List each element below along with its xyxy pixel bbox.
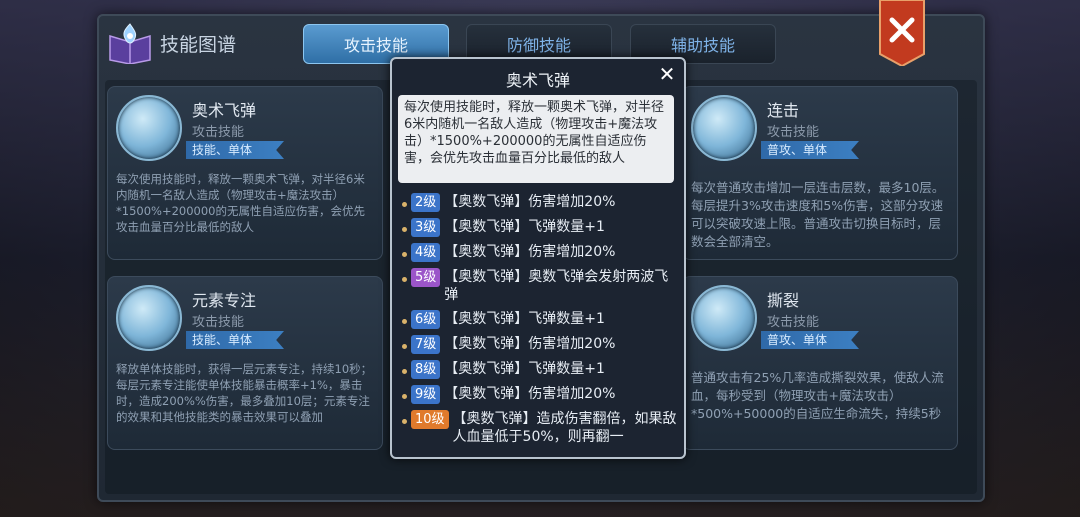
- bullet-icon: [402, 394, 407, 399]
- skill-card-arcane-missile[interactable]: 奥术飞弹 攻击技能 技能、单体 每次使用技能时，释放一颗奥术飞弹，对半径6米内随…: [107, 86, 383, 260]
- tab-label: 攻击技能: [343, 36, 408, 55]
- level-text: 【奥数飞弹】奥数飞弹会发射两波飞弹: [444, 269, 669, 303]
- level-badge: 8级: [411, 360, 441, 379]
- skill-type: 攻击技能: [192, 315, 245, 330]
- level-row: 9级 【奥数飞弹】伤害增加20%: [402, 385, 678, 410]
- level-text: 【奥数飞弹】飞弹数量+1: [444, 311, 605, 327]
- tear-claw-icon: [691, 285, 757, 351]
- skill-card-element-focus[interactable]: 元素专注 攻击技能 技能、单体 释放单体技能时，获得一层元素专注，持续10秒；每…: [107, 276, 383, 450]
- level-row: 3级 【奥数飞弹】飞弹数量+1: [402, 218, 678, 243]
- level-row: 7级 【奥数飞弹】伤害增加20%: [402, 335, 678, 360]
- close-icon[interactable]: [878, 0, 926, 66]
- bullet-icon: [402, 419, 407, 424]
- skill-card-combo[interactable]: 连击 攻击技能 普攻、单体 每次普通攻击增加一层连击层数，最多10层。每层提升3…: [682, 86, 958, 260]
- bullet-icon: [402, 369, 407, 374]
- bullet-icon: [402, 319, 407, 324]
- skill-description: 释放单体技能时，获得一层元素专注，持续10秒；每层元素专注能使单体技能暴击概率+…: [116, 362, 373, 424]
- level-text: 【奥数飞弹】飞弹数量+1: [444, 361, 605, 377]
- level-badge: 9级: [411, 385, 441, 404]
- skill-description: 每次使用技能时，释放一颗奥术飞弹，对半径6米内随机一名敌人造成（物理攻击+魔法攻…: [116, 172, 365, 234]
- bullet-icon: [402, 344, 407, 349]
- skill-name: 奥术飞弹: [192, 101, 257, 120]
- bullet-icon: [402, 227, 407, 232]
- level-badge: 10级: [411, 410, 449, 429]
- skill-description: 普通攻击有25%几率造成撕裂效果，使敌人流血，每秒受到（物理攻击+魔法攻击）*5…: [691, 370, 944, 421]
- popup-close-icon[interactable]: ✕: [654, 61, 680, 87]
- bullet-icon: [402, 277, 407, 282]
- level-badge: 7级: [411, 335, 441, 354]
- popup-description: 每次使用技能时，释放一颗奥术飞弹，对半径6米内随机一名敌人造成（物理攻击+魔法攻…: [398, 95, 674, 183]
- level-badge: 5级: [411, 268, 441, 287]
- skill-type: 攻击技能: [767, 315, 820, 330]
- element-focus-icon: [116, 285, 182, 351]
- skill-name: 元素专注: [192, 291, 257, 310]
- level-badge: 2级: [411, 193, 441, 212]
- level-text: 【奥数飞弹】伤害增加20%: [444, 244, 616, 260]
- bullet-icon: [402, 252, 407, 257]
- page-title: 技能图谱: [160, 34, 237, 56]
- bullet-icon: [402, 202, 407, 207]
- spellbook-icon: [109, 23, 151, 64]
- level-badge: 6级: [411, 310, 441, 329]
- popup-title: 奥术飞弹: [505, 71, 570, 90]
- level-badge: 3级: [411, 218, 441, 237]
- skill-detail-popup: 奥术飞弹 ✕ 每次使用技能时，释放一颗奥术飞弹，对半径6米内随机一名敌人造成（物…: [390, 57, 686, 459]
- level-row: 8级 【奥数飞弹】飞弹数量+1: [402, 360, 678, 385]
- skill-tag: 普攻、单体: [761, 141, 859, 159]
- level-text: 【奥数飞弹】伤害增加20%: [444, 336, 616, 352]
- skill-tag: 技能、单体: [186, 141, 284, 159]
- level-row: 6级 【奥数飞弹】飞弹数量+1: [402, 310, 678, 335]
- level-row: 2级 【奥数飞弹】伤害增加20%: [402, 193, 678, 218]
- skill-tag: 技能、单体: [186, 331, 284, 349]
- skill-card-tear[interactable]: 撕裂 攻击技能 普攻、单体 普通攻击有25%几率造成撕裂效果，使敌人流血，每秒受…: [682, 276, 958, 450]
- level-text: 【奥数飞弹】伤害增加20%: [444, 386, 616, 402]
- level-text: 【奥数飞弹】飞弹数量+1: [444, 219, 605, 235]
- skill-type: 攻击技能: [767, 125, 820, 140]
- arcane-missile-icon: [116, 95, 182, 161]
- skill-type: 攻击技能: [192, 125, 245, 140]
- level-row: 5级 【奥数飞弹】奥数飞弹会发射两波飞弹: [402, 268, 678, 310]
- level-text: 【奥数飞弹】伤害增加20%: [444, 194, 616, 210]
- level-row: 10级 【奥数飞弹】造成伤害翻倍，如果敌人血量低于50%，则再翻一: [402, 410, 678, 452]
- level-row: 4级 【奥数飞弹】伤害增加20%: [402, 243, 678, 268]
- skill-tag: 普攻、单体: [761, 331, 859, 349]
- level-text: 【奥数飞弹】造成伤害翻倍，如果敌人血量低于50%，则再翻一: [452, 411, 677, 445]
- tab-label: 防御技能: [506, 36, 571, 55]
- skill-name: 撕裂: [767, 291, 800, 310]
- skill-name: 连击: [767, 101, 800, 120]
- combo-arrow-icon: [691, 95, 757, 161]
- skill-description: 每次普通攻击增加一层连击层数，最多10层。每层提升3%攻击速度和5%伤害，这部分…: [691, 180, 945, 249]
- tab-label: 辅助技能: [670, 36, 735, 55]
- level-list: 2级 【奥数飞弹】伤害增加20% 3级 【奥数飞弹】飞弹数量+1 4级 【奥数飞弹】伤…: [402, 193, 678, 452]
- level-badge: 4级: [411, 243, 441, 262]
